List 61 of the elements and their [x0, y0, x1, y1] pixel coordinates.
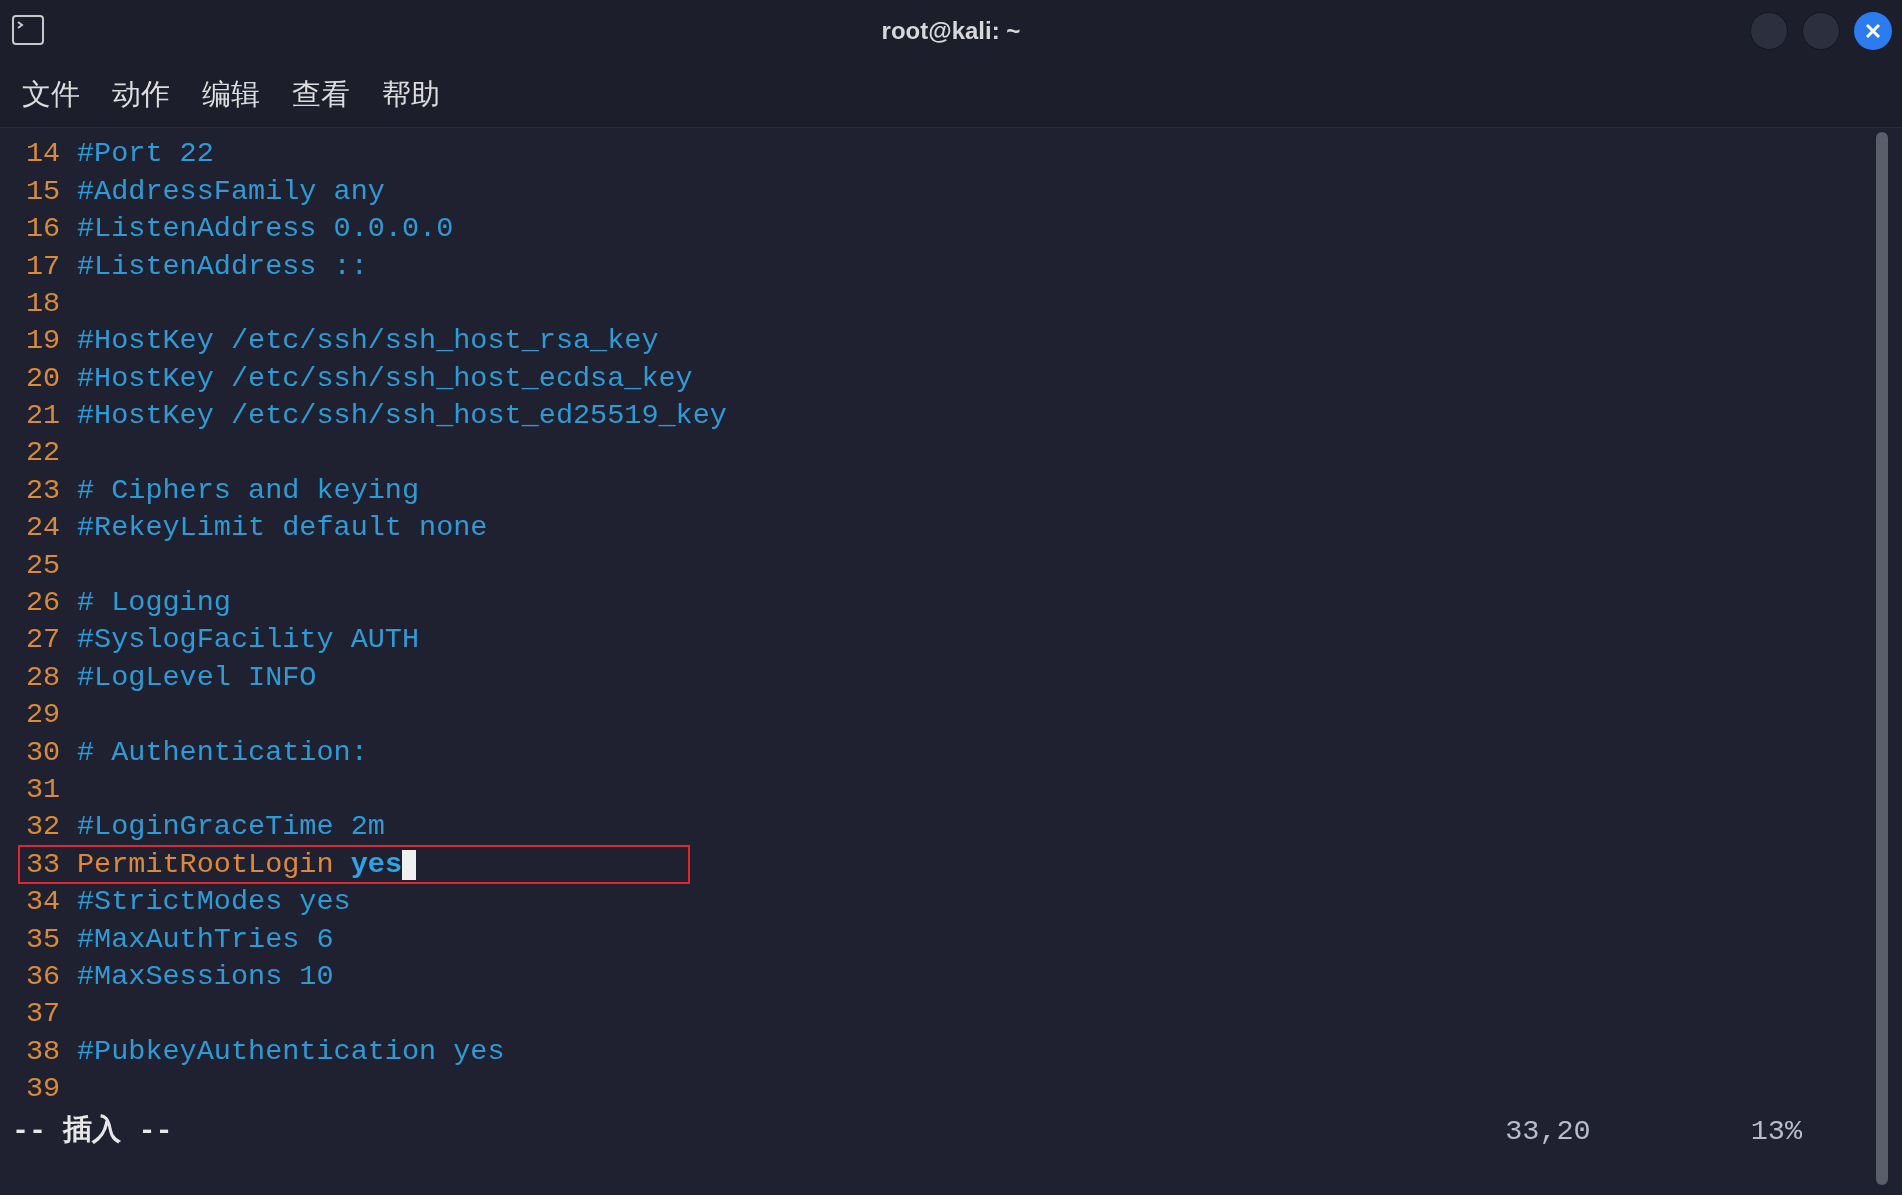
line-number: 39: [26, 1071, 60, 1108]
comment-text: #HostKey /etc/ssh/ssh_host_ecdsa_key: [77, 360, 693, 397]
comment-text: #LoginGraceTime 2m: [77, 809, 385, 846]
comment-text: # Logging: [77, 585, 231, 621]
menu-item[interactable]: 帮助: [382, 72, 440, 117]
line-number: 20: [26, 360, 60, 397]
line-number: 19: [26, 323, 60, 360]
line-number: 29: [26, 697, 60, 734]
scrollbar[interactable]: [1876, 132, 1888, 1185]
line-number: 14: [26, 136, 60, 173]
comment-text: #PubkeyAuthentication yes: [77, 1033, 505, 1070]
line-number: 37: [26, 996, 60, 1033]
close-icon: [1865, 23, 1881, 39]
config-key: PermitRootLogin: [77, 843, 334, 887]
line-number: 36: [26, 958, 60, 995]
comment-text: #HostKey /etc/ssh/ssh_host_rsa_key: [77, 323, 659, 360]
comment-text: #MaxAuthTries 6: [77, 921, 334, 958]
terminal-icon: [12, 15, 44, 45]
line-number: 31: [26, 771, 60, 808]
window-title: root@kali: ~: [881, 16, 1021, 46]
line-number: 32: [26, 809, 60, 846]
line-number: 26: [26, 585, 60, 621]
menu-item[interactable]: 文件: [22, 72, 80, 117]
line-number: 33: [26, 846, 60, 883]
minimize-button[interactable]: [1750, 12, 1788, 50]
line-number: 23: [26, 472, 60, 509]
scroll-percent: 13%: [1750, 1114, 1802, 1151]
line-number: 22: [26, 435, 60, 472]
line-number: 27: [26, 622, 60, 659]
comment-text: #SyslogFacility AUTH: [77, 622, 420, 659]
comment-text: #ListenAddress ::: [77, 248, 368, 285]
comment-text: #HostKey /etc/ssh/ssh_host_ed25519_key: [77, 398, 727, 435]
menu-item[interactable]: 编辑: [202, 72, 260, 117]
close-button[interactable]: [1854, 12, 1892, 50]
comment-text: #Port 22: [77, 136, 214, 173]
menu-item[interactable]: 查看: [292, 72, 350, 117]
line-number: 16: [26, 211, 60, 248]
comment-text: #AddressFamily any: [77, 173, 385, 210]
maximize-button[interactable]: [1802, 12, 1840, 50]
line-number: 25: [26, 547, 60, 584]
comment-text: # Authentication:: [77, 734, 368, 771]
cursor-position: 33,20: [1505, 1114, 1591, 1151]
comment-text: #StrictModes yes: [77, 884, 351, 921]
line-number: 28: [26, 659, 60, 696]
line-number: 24: [26, 510, 60, 547]
line-number: 30: [26, 734, 60, 771]
menu-item[interactable]: 动作: [112, 72, 170, 117]
comment-text: #ListenAddress 0.0.0.0: [77, 211, 454, 248]
line-number: 15: [26, 173, 60, 210]
line-number: 17: [26, 248, 60, 285]
line-number: 21: [26, 398, 60, 435]
comment-text: # Ciphers and keying: [77, 472, 420, 509]
mode-indicator: -- 插入 --: [12, 1113, 173, 1151]
line-number: 38: [26, 1033, 60, 1070]
config-value: yes: [350, 846, 403, 883]
comment-text: #LogLevel INFO: [77, 659, 317, 696]
comment-text: #MaxSessions 10: [77, 958, 334, 995]
line-number: 34: [26, 884, 60, 921]
comment-text: #RekeyLimit default none: [77, 510, 488, 547]
line-number: 18: [26, 285, 60, 322]
line-number: 35: [26, 921, 60, 958]
